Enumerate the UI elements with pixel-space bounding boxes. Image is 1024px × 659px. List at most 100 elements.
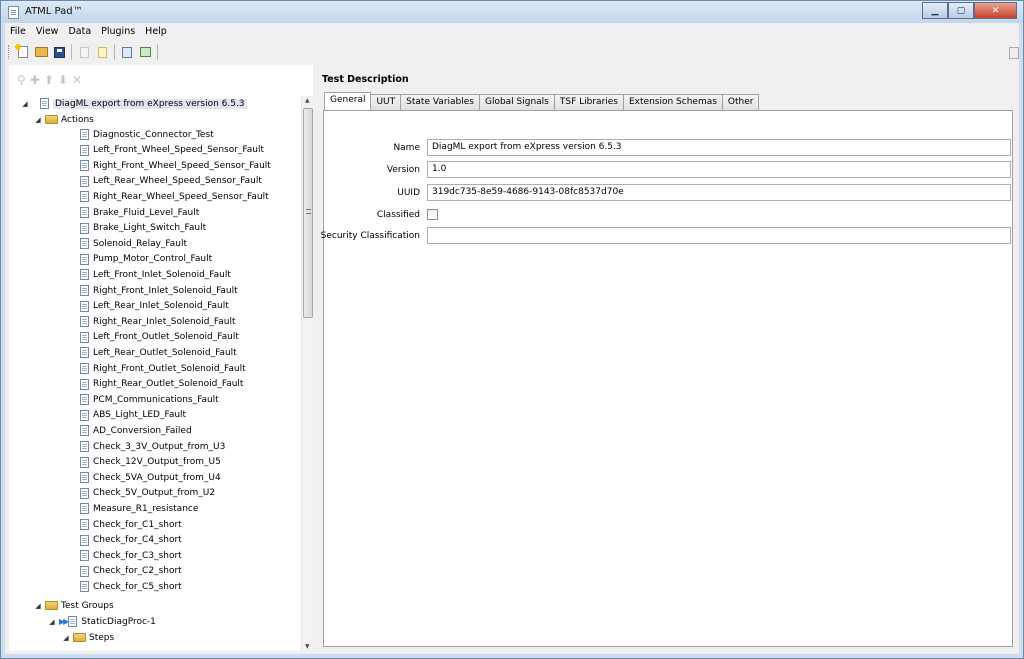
tree-action-item[interactable]: Check_5V_Output_from_U2 (80, 486, 215, 501)
tree-action-item[interactable]: Right_Rear_Inlet_Solenoid_Fault (80, 314, 236, 329)
tree-action-label: Brake_Light_Switch_Fault (93, 223, 207, 234)
tree-action-label: Check_3_3V_Output_from_U3 (93, 441, 226, 452)
tree-action-item[interactable]: Check_12V_Output_from_U5 (80, 455, 221, 470)
menu-help[interactable]: Help (140, 25, 172, 41)
toolbar-overflow-button[interactable] (1009, 47, 1019, 59)
move-down-icon[interactable]: ⬇ (58, 73, 68, 87)
collapse-icon[interactable]: ◢ (34, 602, 42, 610)
tree-action-item[interactable]: Solenoid_Relay_Fault (80, 236, 187, 251)
tree-root[interactable]: ◢ DiagML export from eXpress version 6.5… (21, 96, 247, 111)
collapse-icon[interactable]: ◢ (62, 634, 70, 642)
tree-action-item[interactable]: Left_Front_Inlet_Solenoid_Fault (80, 267, 231, 282)
new-icon (15, 44, 28, 58)
tree-action-label: Check_5V_Output_from_U2 (93, 488, 216, 499)
tree-action-item[interactable]: Right_Front_Outlet_Solenoid_Fault (80, 361, 246, 376)
section-title: Test Description (322, 74, 409, 85)
tree-action-item[interactable]: Check_for_C3_short (80, 548, 182, 563)
tree-action-label: Check_for_C4_short (93, 535, 182, 546)
tree-action-item[interactable]: Left_Front_Outlet_Solenoid_Fault (80, 330, 239, 345)
tab-state-variables[interactable]: State Variables (400, 94, 480, 110)
collapse-icon[interactable]: ◢ (34, 116, 42, 124)
close-icon: ✕ (991, 5, 1000, 16)
tree-action-item[interactable]: Left_Front_Wheel_Speed_Sensor_Fault (80, 143, 264, 158)
tree-action-item[interactable]: Left_Rear_Inlet_Solenoid_Fault (80, 299, 229, 314)
tab-general[interactable]: General (324, 92, 372, 110)
tab-uut[interactable]: UUT (370, 94, 402, 110)
tree-scrollbar[interactable]: ▲ ▼ (301, 96, 313, 651)
tree-action-item[interactable]: Right_Front_Wheel_Speed_Sensor_Fault (80, 158, 271, 173)
maximize-button[interactable]: ▢ (948, 2, 974, 19)
tab-tsf-libraries[interactable]: TSF Libraries (553, 94, 624, 110)
tree-action-label: Right_Front_Outlet_Solenoid_Fault (93, 363, 246, 374)
classified-checkbox[interactable] (427, 209, 438, 220)
delete-icon[interactable]: ✕ (72, 73, 82, 87)
toolbar-grip[interactable] (8, 45, 11, 59)
collapse-icon[interactable]: ◢ (48, 618, 56, 626)
action-document-icon (80, 487, 89, 499)
tree-action-item[interactable]: ABS_Light_LED_Fault (80, 408, 186, 423)
tree-steps-folder[interactable]: ◢ Steps (62, 630, 114, 645)
menu-plugins[interactable]: Plugins (96, 25, 140, 41)
title-bar[interactable]: ATML Pad™ ▁ ▢ ✕ (1, 1, 1023, 23)
new-button[interactable] (14, 43, 32, 61)
scroll-up-icon[interactable]: ▲ (305, 97, 310, 104)
tree-action-item[interactable]: Left_Rear_Outlet_Solenoid_Fault (80, 345, 237, 360)
menu-file[interactable]: File (5, 25, 31, 41)
scrollbar-thumb[interactable] (303, 108, 313, 318)
tree-action-item[interactable]: Check_for_C1_short (80, 517, 182, 532)
security-classification-field[interactable] (427, 227, 1011, 244)
tree-action-item[interactable]: Measure_R1_resistance (80, 501, 198, 516)
action-document-icon (80, 503, 89, 515)
tree-action-item[interactable]: Left_Rear_Wheel_Speed_Sensor_Fault (80, 174, 262, 189)
tree-action-item[interactable]: AD_Conversion_Failed (80, 423, 192, 438)
tree-action-item[interactable]: Check_for_C4_short (80, 533, 182, 548)
version-field[interactable]: 1.0 (427, 161, 1011, 178)
tree-action-label: Left_Rear_Inlet_Solenoid_Fault (93, 301, 229, 312)
close-button[interactable]: ✕ (974, 2, 1017, 19)
tree-action-item[interactable]: PCM_Communications_Fault (80, 392, 219, 407)
tree-action-item[interactable]: Pump_Motor_Control_Fault (80, 252, 212, 267)
tree-action-item[interactable]: Right_Rear_Outlet_Solenoid_Fault (80, 377, 243, 392)
action-document-icon (80, 347, 89, 359)
add-icon[interactable]: ✚ (30, 73, 40, 87)
note-button[interactable] (93, 43, 111, 61)
scroll-down-icon[interactable]: ▼ (305, 643, 310, 650)
note-icon (97, 46, 107, 58)
tree-action-label: PCM_Communications_Fault (93, 394, 219, 405)
check-button[interactable] (136, 43, 154, 61)
tree-actions-folder[interactable]: ◢ Actions (34, 112, 94, 127)
tree-action-item[interactable]: Brake_Fluid_Level_Fault (80, 205, 199, 220)
document-button[interactable] (75, 43, 93, 61)
tree-action-item[interactable]: Check_for_C2_short (80, 564, 182, 579)
tree-action-item[interactable]: Right_Rear_Wheel_Speed_Sensor_Fault (80, 189, 269, 204)
tab-other[interactable]: Other (721, 94, 760, 110)
tree-action-item[interactable]: Brake_Light_Switch_Fault (80, 221, 206, 236)
pin-icon[interactable]: ⚲ (17, 73, 26, 87)
minimize-button[interactable]: ▁ (922, 2, 948, 19)
tree-action-item[interactable]: Right_Front_Inlet_Solenoid_Fault (80, 283, 238, 298)
tree-testgroups-folder[interactable]: ◢ Test Groups (34, 598, 113, 613)
menu-data[interactable]: Data (63, 25, 96, 41)
tree-action-label: Right_Rear_Inlet_Solenoid_Fault (93, 316, 236, 327)
move-up-icon[interactable]: ⬆ (44, 73, 54, 87)
tree-toolbar: ⚲ ✚ ⬆ ⬇ ✕ (17, 73, 82, 87)
tab-extension-schemas[interactable]: Extension Schemas (623, 94, 723, 110)
tree-action-label: Right_Rear_Outlet_Solenoid_Fault (93, 379, 244, 390)
client-area: File View Data Plugins Help ⚲ ✚ ⬆ ⬇ ✕ ◢ … (5, 23, 1019, 654)
tree-action-item[interactable]: Check_5VA_Output_from_U4 (80, 470, 221, 485)
tree-action-item[interactable]: Diagnostic_Connector_Test (80, 127, 214, 142)
collapse-icon[interactable]: ◢ (21, 100, 29, 108)
name-field[interactable]: DiagML export from eXpress version 6.5.3 (427, 139, 1011, 156)
save-button[interactable] (50, 43, 68, 61)
tree-action-item[interactable]: Check_for_C5_short (80, 579, 182, 594)
tree-action-item[interactable]: Check_3_3V_Output_from_U3 (80, 439, 225, 454)
validate-button[interactable] (118, 43, 136, 61)
tree-group-item[interactable]: ◢ ▶▶ StaticDiagProc-1 (48, 614, 156, 629)
open-button[interactable] (32, 43, 50, 61)
menu-view[interactable]: View (31, 25, 64, 41)
tab-global-signals[interactable]: Global Signals (478, 94, 555, 110)
tree-view[interactable]: ◢ DiagML export from eXpress version 6.5… (9, 96, 299, 651)
uuid-field[interactable]: 319dc735-8e59-4686-9143-08fc8537d70e (427, 184, 1011, 201)
action-document-icon (80, 129, 89, 140)
tree-action-label: Right_Rear_Wheel_Speed_Sensor_Fault (93, 191, 269, 202)
